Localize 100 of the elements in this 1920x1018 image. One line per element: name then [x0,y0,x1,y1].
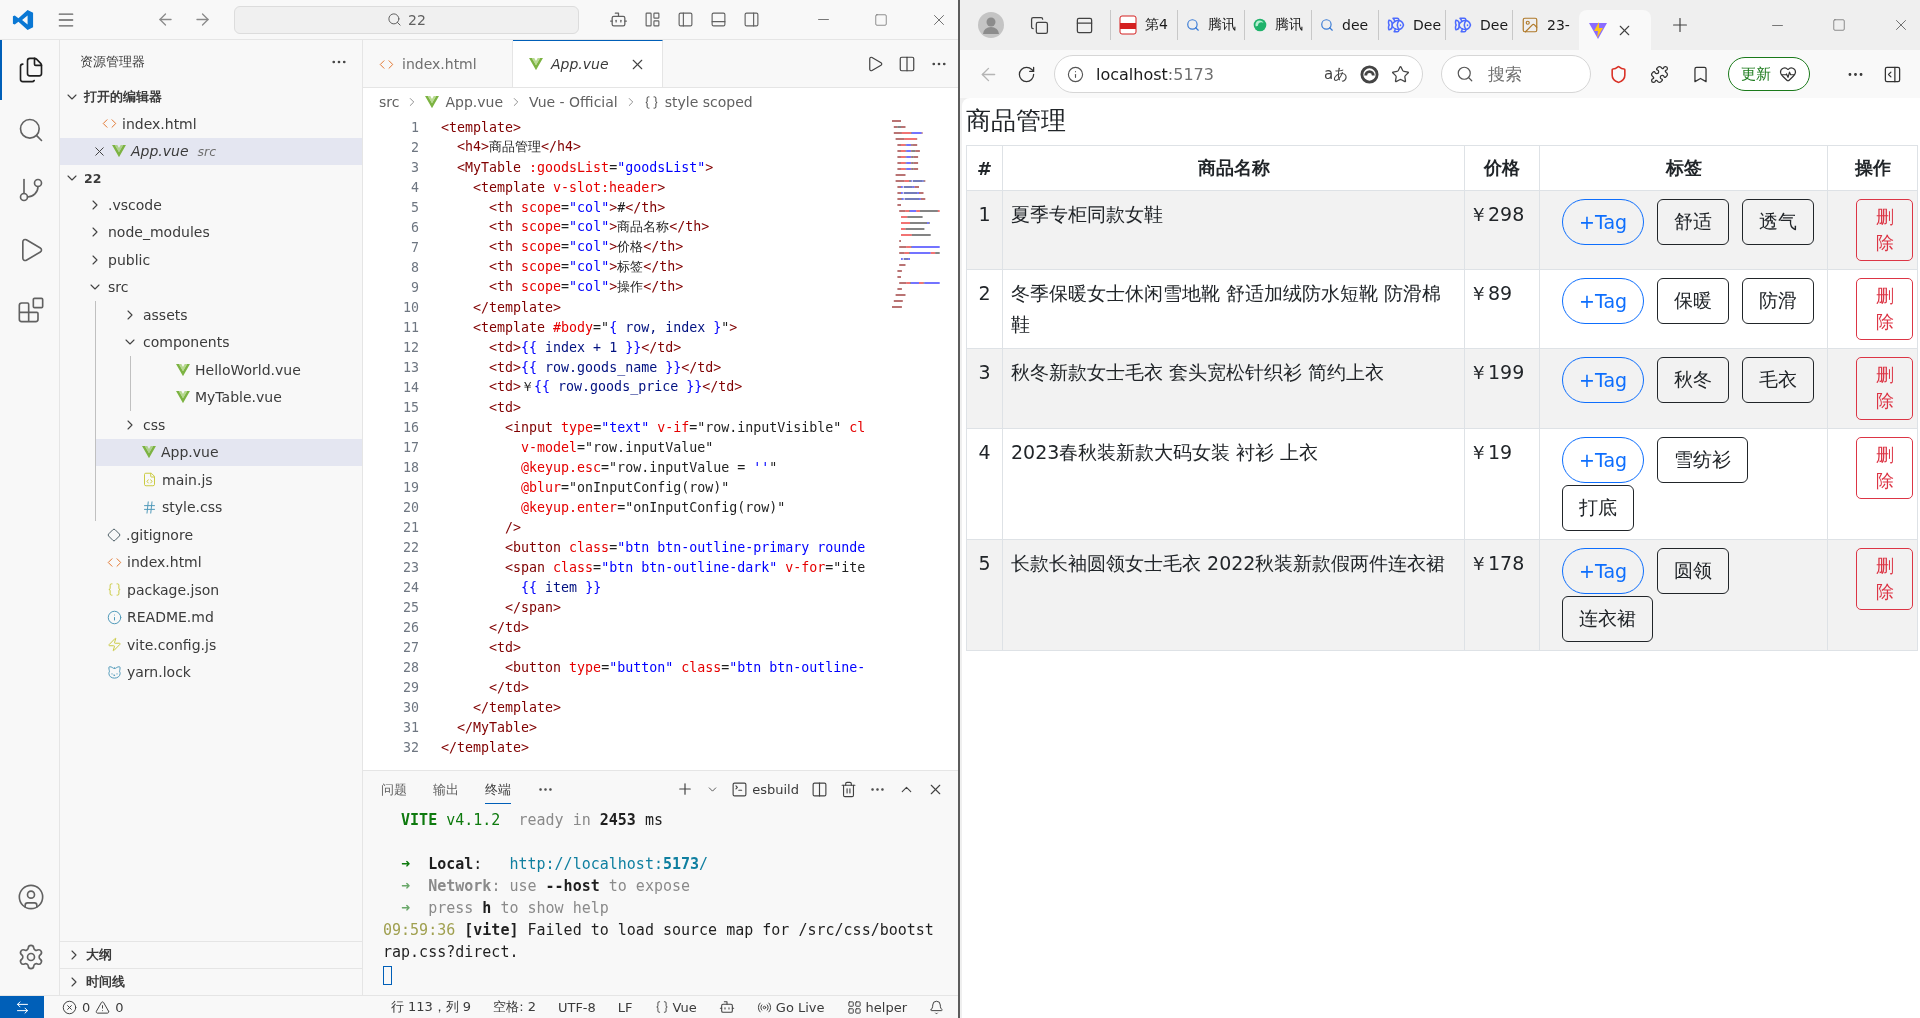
tree-item[interactable]: yarn.lock [60,658,362,686]
browser-tab[interactable]: 腾讯 [1244,10,1311,40]
browser-tab[interactable]: 腾讯 [1177,10,1244,40]
open-editor-item[interactable]: index.html [60,110,362,138]
tag-button[interactable]: 雪纺衫 [1657,436,1749,483]
delete-button[interactable]: 删除 [1856,278,1913,341]
layout-icon[interactable] [644,11,661,28]
status-item[interactable]: 空格: 2 [493,998,536,1016]
breadcrumb-item[interactable]: Vue - Official [529,94,618,110]
tree-item[interactable]: vite.config.js [60,631,362,659]
browser-tab[interactable]: Dee [1445,10,1512,40]
app-logo-icon[interactable] [12,8,34,31]
workspaces-icon[interactable] [1030,15,1049,35]
tree-item[interactable]: css [96,411,362,439]
tag-button[interactable]: 保暖 [1657,278,1730,325]
sidebar-icon[interactable] [1883,64,1902,84]
error-count[interactable]: 0 [82,999,91,1015]
back-icon[interactable] [156,10,175,29]
lightning-icon [107,637,122,653]
breadcrumb-item[interactable]: App.vue [425,94,504,110]
delete-button[interactable]: 删除 [1856,199,1913,262]
tag-button[interactable]: 透气 [1742,199,1815,245]
tree-item[interactable]: .gitignore [60,521,362,549]
remote-button[interactable] [0,995,44,1018]
url-text[interactable]: localhost:5173 [1096,64,1313,84]
section-header[interactable]: 22 [60,165,362,191]
section-header[interactable]: 大纲 [60,941,362,968]
tree-item[interactable]: index.html [60,548,362,576]
shield-icon[interactable] [1609,64,1628,84]
panel-tab[interactable]: 终端 [485,774,511,804]
address-bar[interactable]: localhost:5173 aあ [1054,55,1424,93]
delete-button[interactable]: 删除 [1856,436,1913,499]
open-editor-item[interactable]: App.vue src [60,137,362,165]
status-item[interactable]: 行 113，列 9 [390,998,472,1016]
editor-tab[interactable]: App.vue [513,40,663,87]
panel-tab[interactable]: 问题 [381,774,407,804]
run-icon[interactable] [866,54,884,73]
terminal-selector[interactable]: esbuild [731,780,799,798]
panel-bottom-icon[interactable] [710,11,727,28]
star-icon[interactable] [1391,64,1411,84]
trash-icon[interactable] [840,780,857,798]
breadcrumb-item[interactable]: src [379,94,400,110]
breadcrumb-item[interactable]: style scoped [643,94,753,110]
tree-item[interactable]: src [60,273,362,301]
bell-icon[interactable] [929,999,944,1015]
warning-count[interactable]: 0 [115,999,124,1015]
command-center[interactable]: 22 [234,5,579,34]
copilot-icon[interactable] [718,999,735,1015]
tree-item[interactable]: package.json [60,576,362,604]
language-status[interactable]: Vue [654,999,697,1015]
tag-button[interactable]: 舒适 [1657,199,1730,245]
profile-avatar[interactable] [978,12,1004,38]
read-aloud-button[interactable]: aあ [1324,64,1349,84]
panel-right-icon[interactable] [743,11,760,28]
tree-item[interactable]: node_modules [60,218,362,246]
section-header[interactable]: 打开的编辑器 [60,84,362,110]
delete-button[interactable]: 删除 [1856,357,1913,420]
reload-icon[interactable] [1017,64,1036,84]
favorites-icon[interactable] [1691,64,1710,84]
helper-status[interactable]: helper [846,999,907,1015]
tree-item[interactable]: public [60,246,362,274]
status-item[interactable]: LF [617,999,633,1015]
browser-tab[interactable]: 第4 [1110,10,1177,40]
tree-item[interactable]: style.css [96,493,362,521]
table-cell: ￥199 [1464,348,1540,429]
browser-tab[interactable] [1579,10,1651,50]
go-live-button[interactable]: Go Live [756,999,825,1015]
code-line: @keyup.enter="onInputConfig(row)" [520,499,786,515]
status-item[interactable]: UTF-8 [557,999,596,1015]
tag-button[interactable]: 防滑 [1742,278,1815,325]
update-button[interactable]: 更新 [1728,57,1810,91]
split-icon[interactable] [811,780,828,798]
tree-item[interactable]: .vscode [60,191,362,219]
tree-item[interactable]: components [96,328,362,356]
account-icon[interactable] [16,883,45,911]
extensions-icon[interactable] [1650,64,1669,84]
tree-item[interactable]: main.js [96,466,362,494]
tree-item[interactable]: README.md [60,603,362,631]
tab-actions-icon[interactable] [1075,15,1094,35]
tag-button[interactable]: 圆领 [1657,547,1730,594]
tree-item[interactable]: assets [96,301,362,329]
panel-left-icon[interactable] [677,11,694,28]
info-icon[interactable] [1067,65,1084,83]
browser-tab[interactable]: dee [1311,10,1378,40]
blocks-icon[interactable] [16,296,45,324]
search-field[interactable]: 搜索 [1441,55,1591,93]
tree-item[interactable]: App.vue [96,438,362,466]
tag-button[interactable]: 连衣裙 [1562,595,1653,642]
swirl-icon[interactable] [1360,64,1380,84]
split-editor-icon[interactable] [898,54,916,73]
tag-button[interactable]: 秋冬 [1657,357,1730,404]
tag-button[interactable]: 毛衣 [1742,357,1815,404]
panel-tab[interactable]: 输出 [433,774,459,804]
copilot-icon[interactable] [609,10,628,29]
tree-item[interactable]: HelloWorld.vue [131,356,362,384]
tag-button[interactable]: 打底 [1562,484,1634,531]
browser-tab[interactable]: Dee [1378,10,1445,40]
forward-icon[interactable] [193,10,212,29]
delete-button[interactable]: 删除 [1856,547,1913,610]
tree-item[interactable]: MyTable.vue [131,383,362,411]
